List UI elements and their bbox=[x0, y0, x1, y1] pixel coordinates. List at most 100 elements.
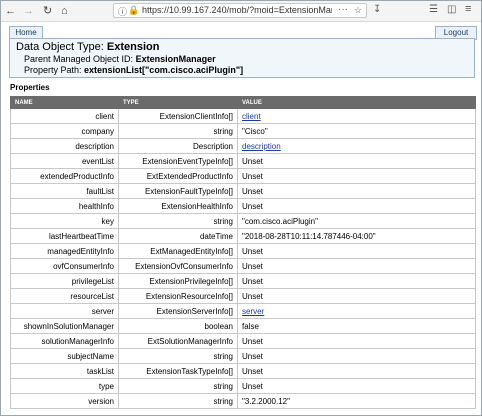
object-header: Data Object Type: Extension Parent Manag… bbox=[9, 38, 475, 78]
table-row: company string "Cisco" bbox=[10, 123, 476, 139]
sidebar-icon[interactable]: ◫ bbox=[447, 4, 456, 15]
property-name: subjectName bbox=[10, 348, 119, 364]
table-row: lastHeartbeatTime dateTime "2018-08-28T10:… bbox=[10, 228, 476, 244]
property-value: Unset bbox=[237, 348, 476, 364]
property-type: ExtExtendedProductInfo bbox=[118, 168, 238, 184]
info-icon[interactable]: ⓘ bbox=[118, 5, 127, 18]
property-name: solutionManagerInfo bbox=[10, 333, 119, 349]
table-row: resourceList ExtensionResourceInfo[] Unset bbox=[10, 288, 476, 304]
property-name: type bbox=[10, 378, 119, 394]
property-value: "2018-08-28T10:11:14.787446-04:00" bbox=[237, 228, 476, 244]
forward-arrow-icon[interactable]: → bbox=[23, 4, 34, 18]
table-row: type string Unset bbox=[10, 378, 476, 394]
property-name: ovfConsumerInfo bbox=[10, 258, 119, 274]
property-name: lastHeartbeatTime bbox=[10, 228, 119, 244]
property-type: ExtensionServerInfo[] bbox=[118, 303, 238, 319]
property-type: ExtensionTaskTypeInfo[] bbox=[118, 363, 238, 379]
section-title: Properties bbox=[10, 83, 50, 92]
property-type: ExtensionClientInfo[] bbox=[118, 108, 238, 124]
property-path-value: extensionList["com.cisco.aciPlugin"] bbox=[84, 65, 244, 75]
parent-id-line: Parent Managed Object ID: ExtensionManag… bbox=[24, 54, 216, 64]
property-type: string bbox=[118, 123, 238, 139]
property-type: ExtensionHealthInfo bbox=[118, 198, 238, 214]
property-name: version bbox=[10, 393, 119, 409]
library-icon[interactable]: ☰ bbox=[429, 4, 438, 15]
property-type: ExtensionPrivilegeInfo[] bbox=[118, 273, 238, 289]
property-type: ExtensionFaultTypeInfo[] bbox=[118, 183, 238, 199]
property-value: "com.cisco.aciPlugin" bbox=[237, 213, 476, 229]
table-row: eventList ExtensionEventTypeInfo[] Unset bbox=[10, 153, 476, 169]
property-name: taskList bbox=[10, 363, 119, 379]
browser-toolbar: ← → ↻ ⌂ ⓘ 🔒 https://10.99.167.240/mob/?m… bbox=[1, 1, 481, 22]
table-row: taskList ExtensionTaskTypeInfo[] Unset bbox=[10, 363, 476, 379]
property-name: privilegeList bbox=[10, 273, 119, 289]
property-value[interactable]: description bbox=[237, 138, 476, 154]
property-type: string bbox=[118, 393, 238, 409]
property-name: managedEntityInfo bbox=[10, 243, 119, 259]
property-value: Unset bbox=[237, 168, 476, 184]
property-type: ExtensionResourceInfo[] bbox=[118, 288, 238, 304]
back-arrow-icon[interactable]: ← bbox=[5, 4, 16, 18]
property-value-link[interactable]: description bbox=[242, 142, 281, 151]
parent-id-value: ExtensionManager bbox=[135, 54, 216, 64]
property-value: Unset bbox=[237, 378, 476, 394]
property-value: Unset bbox=[237, 198, 476, 214]
property-name: description bbox=[10, 138, 119, 154]
table-row: healthInfo ExtensionHealthInfo Unset bbox=[10, 198, 476, 214]
property-name: server bbox=[10, 303, 119, 319]
property-type: Description bbox=[118, 138, 238, 154]
property-path-line: Property Path: extensionList["com.cisco.… bbox=[24, 65, 244, 75]
download-icon[interactable]: ↧ bbox=[373, 4, 381, 15]
property-type: ExtensionEventTypeInfo[] bbox=[118, 153, 238, 169]
property-value: Unset bbox=[237, 273, 476, 289]
table-row: shownInSolutionManager boolean false bbox=[10, 318, 476, 334]
table-row: faultList ExtensionFaultTypeInfo[] Unset bbox=[10, 183, 476, 199]
address-bar[interactable]: ⓘ 🔒 https://10.99.167.240/mob/?moid=Exte… bbox=[113, 3, 367, 18]
property-value[interactable]: server bbox=[237, 303, 476, 319]
property-value: false bbox=[237, 318, 476, 334]
table-row: key string "com.cisco.aciPlugin" bbox=[10, 213, 476, 229]
table-row: version string "3.2.2000.12" bbox=[10, 393, 476, 409]
hamburger-menu-icon[interactable]: ≡ bbox=[465, 3, 471, 15]
reload-icon[interactable]: ↻ bbox=[43, 4, 52, 18]
property-value-link[interactable]: server bbox=[242, 307, 264, 316]
property-value-link[interactable]: client bbox=[242, 112, 261, 121]
insecure-lock-icon[interactable]: 🔒 bbox=[128, 5, 139, 16]
home-icon[interactable]: ⌂ bbox=[61, 4, 68, 18]
table-row: ovfConsumerInfo ExtensionOvfConsumerInfo U… bbox=[10, 258, 476, 274]
property-name: key bbox=[10, 213, 119, 229]
property-name: company bbox=[10, 123, 119, 139]
column-header-type: TYPE bbox=[118, 96, 238, 109]
property-type: string bbox=[118, 378, 238, 394]
property-name: shownInSolutionManager bbox=[10, 318, 119, 334]
column-header-name: NAME bbox=[10, 96, 119, 109]
object-type: Extension bbox=[106, 41, 160, 53]
table-row: description Description description bbox=[10, 138, 476, 154]
property-name: eventList bbox=[10, 153, 119, 169]
property-value: Unset bbox=[237, 183, 476, 199]
property-type: ExtManagedEntityInfo[] bbox=[118, 243, 238, 259]
bookmark-star-icon[interactable]: ☆ bbox=[354, 5, 362, 16]
property-value: Unset bbox=[237, 243, 476, 259]
property-name: faultList bbox=[10, 183, 119, 199]
page-title: Data Object Type: Extension bbox=[16, 41, 160, 53]
property-value[interactable]: client bbox=[237, 108, 476, 124]
table-row: solutionManagerInfo ExtSolutionManagerInf… bbox=[10, 333, 476, 349]
table-row: server ExtensionServerInfo[] server bbox=[10, 303, 476, 319]
table-row: client ExtensionClientInfo[] client bbox=[10, 108, 476, 124]
property-type: boolean bbox=[118, 318, 238, 334]
table-row: subjectName string Unset bbox=[10, 348, 476, 364]
property-value: Unset bbox=[237, 153, 476, 169]
property-value: Unset bbox=[237, 363, 476, 379]
url-text[interactable]: https://10.99.167.240/mob/?moid=Extensio… bbox=[142, 5, 332, 15]
property-name: healthInfo bbox=[10, 198, 119, 214]
property-value: Unset bbox=[237, 333, 476, 349]
property-type: dateTime bbox=[118, 228, 238, 244]
property-value: Unset bbox=[237, 288, 476, 304]
table-row: privilegeList ExtensionPrivilegeInfo[] Uns… bbox=[10, 273, 476, 289]
property-type: ExtSolutionManagerInfo bbox=[118, 333, 238, 349]
column-header-value: VALUE bbox=[237, 96, 476, 109]
page-actions-icon[interactable]: ··· bbox=[338, 4, 348, 15]
property-name: client bbox=[10, 108, 119, 124]
table-row: managedEntityInfo ExtManagedEntityInfo[] U… bbox=[10, 243, 476, 259]
